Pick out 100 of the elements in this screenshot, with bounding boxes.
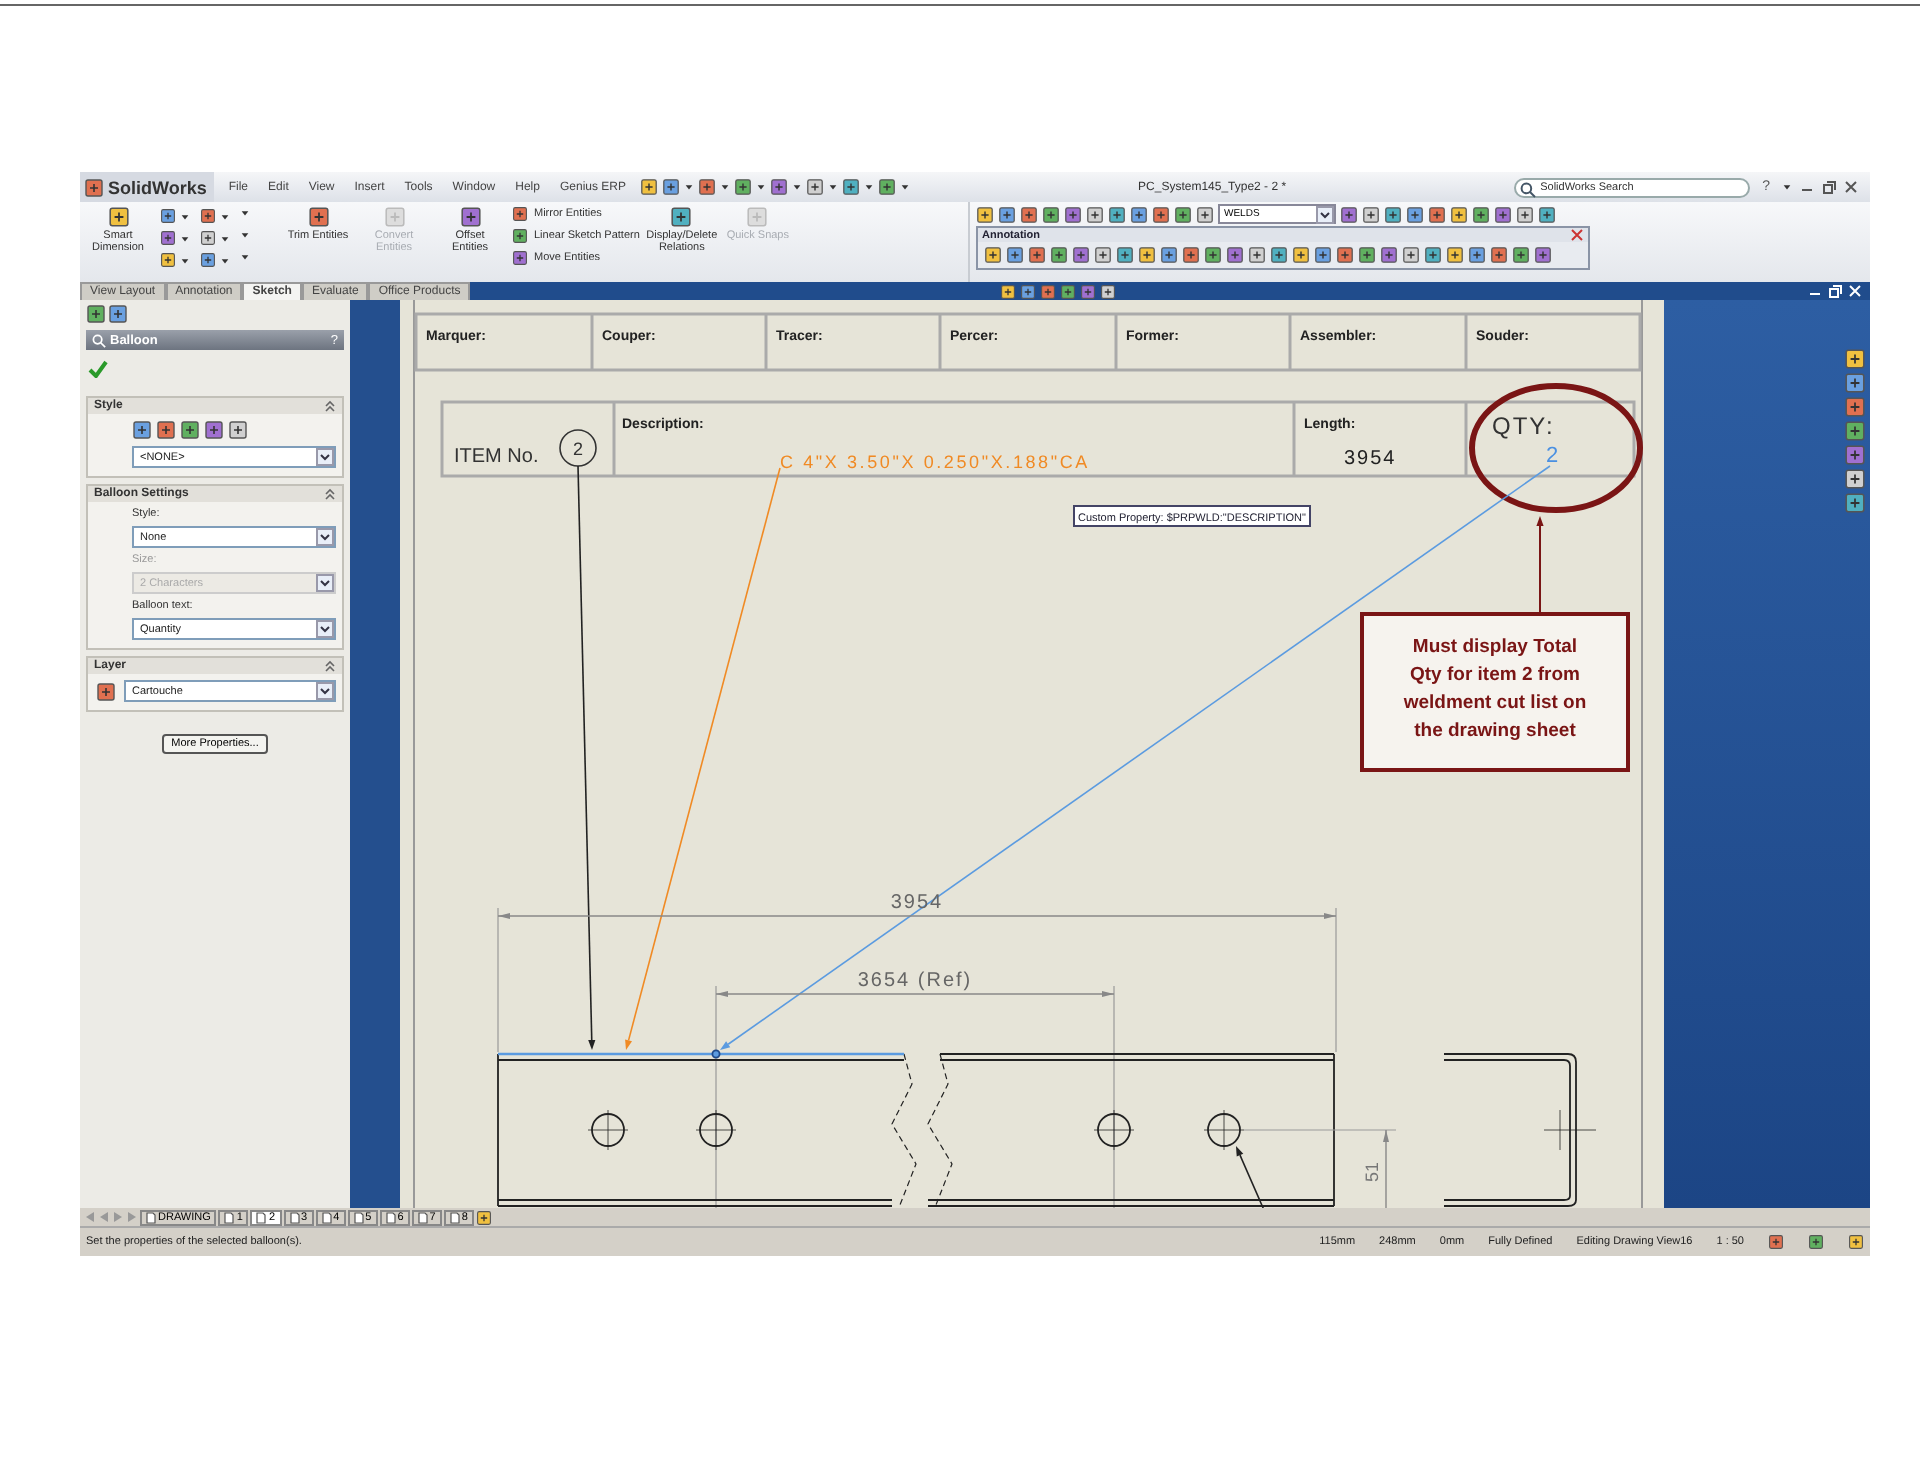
tool-icon[interactable] xyxy=(200,230,216,246)
tool-icon[interactable] xyxy=(1384,205,1402,223)
tool-icon[interactable] xyxy=(1138,246,1156,264)
tool-icon[interactable] xyxy=(86,304,106,324)
tool-icon[interactable] xyxy=(984,246,1002,264)
tool-icon[interactable] xyxy=(1050,246,1068,264)
dropdown-arrow-icon[interactable] xyxy=(316,620,334,638)
tool-icon[interactable] xyxy=(1380,246,1398,264)
tool-icon[interactable] xyxy=(1270,246,1288,264)
tool-icon[interactable] xyxy=(1490,246,1508,264)
collapse-icon[interactable] xyxy=(324,400,336,412)
tool-icon[interactable] xyxy=(662,178,680,196)
tool-icon[interactable] xyxy=(1108,205,1126,223)
caret-icon[interactable] xyxy=(180,211,190,221)
tool-icon[interactable] xyxy=(160,208,176,224)
dropdown-arrow-icon[interactable] xyxy=(316,448,334,466)
tool-icon[interactable] xyxy=(1406,205,1424,223)
close-icon[interactable] xyxy=(1570,228,1584,242)
tool-icon[interactable] xyxy=(1844,420,1866,442)
tool-icon[interactable] xyxy=(1160,246,1178,264)
tool-icon[interactable] xyxy=(842,178,860,196)
tool-icon[interactable] xyxy=(1844,396,1866,418)
tool-icon[interactable] xyxy=(1358,246,1376,264)
balloon-circle[interactable] xyxy=(559,429,597,467)
tool-icon[interactable] xyxy=(640,178,658,196)
tool-icon[interactable] xyxy=(1000,283,1017,299)
tool-icon[interactable] xyxy=(1174,205,1192,223)
tool-icon[interactable] xyxy=(200,252,216,268)
checkmark-icon[interactable] xyxy=(88,360,108,378)
tool-icon[interactable] xyxy=(770,178,788,196)
tool-icon[interactable] xyxy=(1424,246,1442,264)
tool-icon[interactable] xyxy=(160,252,176,268)
tool-icon[interactable] xyxy=(1468,246,1486,264)
tool-icon[interactable] xyxy=(1292,246,1310,264)
tool-icon[interactable] xyxy=(156,420,176,440)
caret-icon[interactable] xyxy=(756,182,766,192)
close-icon[interactable] xyxy=(1844,180,1858,194)
tool-icon[interactable] xyxy=(1362,205,1380,223)
tool-icon[interactable] xyxy=(976,205,994,223)
tool-icon[interactable] xyxy=(1472,205,1490,223)
tool-icon[interactable] xyxy=(228,420,248,440)
tool-icon[interactable] xyxy=(1020,205,1038,223)
tool-icon[interactable] xyxy=(132,420,152,440)
tool-icon[interactable] xyxy=(1182,246,1200,264)
tool-icon[interactable] xyxy=(1196,205,1214,223)
caret-icon[interactable] xyxy=(720,182,730,192)
tool-icon[interactable] xyxy=(1808,1234,1824,1250)
tool-icon[interactable] xyxy=(878,178,896,196)
tool-icon[interactable] xyxy=(1248,246,1266,264)
tool-icon[interactable] xyxy=(1094,246,1112,264)
tool-icon[interactable] xyxy=(1314,246,1332,264)
tool-icon[interactable] xyxy=(1516,205,1534,223)
caret-icon[interactable] xyxy=(864,182,874,192)
tool-icon[interactable] xyxy=(1226,246,1244,264)
tool-icon[interactable] xyxy=(998,205,1016,223)
tool-icon[interactable] xyxy=(108,304,128,324)
tool-icon[interactable] xyxy=(806,178,824,196)
tool-icon[interactable] xyxy=(1768,1234,1784,1250)
tool-icon[interactable] xyxy=(1844,372,1866,394)
layers-icon[interactable] xyxy=(96,681,116,701)
tool-icon[interactable] xyxy=(1130,205,1148,223)
tool-icon[interactable] xyxy=(1064,205,1082,223)
caret-icon[interactable] xyxy=(684,182,694,192)
caret-icon[interactable] xyxy=(1782,182,1792,192)
tool-icon[interactable] xyxy=(1512,246,1530,264)
add-sheet-icon[interactable] xyxy=(475,1209,492,1225)
tool-icon[interactable] xyxy=(1844,468,1866,490)
tool-icon[interactable] xyxy=(200,208,216,224)
tool-icon[interactable] xyxy=(1042,205,1060,223)
tool-icon[interactable] xyxy=(1534,246,1552,264)
tool-icon[interactable] xyxy=(1028,246,1046,264)
collapse-icon[interactable] xyxy=(324,488,336,500)
tool-icon[interactable] xyxy=(180,420,200,440)
caret-icon[interactable] xyxy=(792,182,802,192)
caret-icon[interactable] xyxy=(900,182,910,192)
tool-icon[interactable] xyxy=(1538,205,1556,223)
tool-icon[interactable] xyxy=(204,420,224,440)
dropdown-arrow-icon[interactable] xyxy=(1316,205,1334,223)
tool-icon[interactable] xyxy=(734,178,752,196)
dropdown-arrow-icon[interactable] xyxy=(316,528,334,546)
tool-icon[interactable] xyxy=(1072,246,1090,264)
tool-icon[interactable] xyxy=(1844,492,1866,514)
tool-icon[interactable] xyxy=(1204,246,1222,264)
tool-icon[interactable] xyxy=(698,178,716,196)
caret-icon[interactable] xyxy=(180,255,190,265)
tool-icon[interactable] xyxy=(1428,205,1446,223)
tool-icon[interactable] xyxy=(1100,283,1117,299)
tool-icon[interactable] xyxy=(1450,205,1468,223)
tool-icon[interactable] xyxy=(1116,246,1134,264)
caret-icon[interactable] xyxy=(828,182,838,192)
tool-icon[interactable] xyxy=(1446,246,1464,264)
restore-icon[interactable] xyxy=(1822,180,1836,194)
caret-icon[interactable] xyxy=(180,233,190,243)
dropdown-arrow-icon[interactable] xyxy=(316,682,334,700)
tool-icon[interactable] xyxy=(1340,205,1358,223)
tool-icon[interactable] xyxy=(1848,1234,1864,1250)
tool-icon[interactable] xyxy=(1336,246,1354,264)
tool-icon[interactable] xyxy=(1006,246,1024,264)
tool-icon[interactable] xyxy=(1494,205,1512,223)
tool-icon[interactable] xyxy=(1086,205,1104,223)
